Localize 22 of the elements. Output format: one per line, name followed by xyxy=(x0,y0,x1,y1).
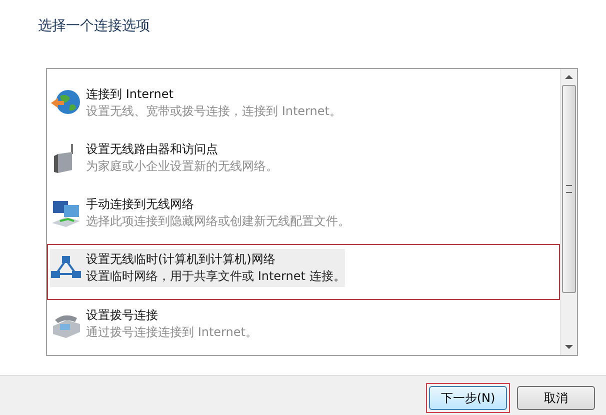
scroll-thumb[interactable] xyxy=(562,85,576,293)
page-heading: 选择一个连接选项 xyxy=(38,17,151,36)
option-title: 设置无线路由器和访问点 xyxy=(86,140,219,158)
option-description: 通过拨号连接连接到 Internet。 xyxy=(86,324,258,342)
option-title: 连接到 Internet xyxy=(86,86,174,103)
option-title: 手动连接到无线网络 xyxy=(86,196,195,213)
option-title: 设置拨号连接 xyxy=(86,307,159,324)
scrollbar[interactable] xyxy=(560,69,577,355)
scroll-up-icon[interactable] xyxy=(565,75,573,79)
scroll-down-icon[interactable] xyxy=(565,345,573,349)
option-description: 选择此项连接到隐藏网络或创建新无线配置文件。 xyxy=(86,212,350,230)
option-description: 为家庭或小企业设置新的无线网络。 xyxy=(86,158,278,175)
option-item[interactable]: 设置无线临时(计算机到计算机)网络 设置临时网络，用于共享文件或 Internet 连接。 xyxy=(50,248,346,287)
option-item[interactable]: 连接到 Internet 设置无线、宽带或拨号连接，连接到 Internet。 xyxy=(50,84,342,122)
cancel-button[interactable]: 取消 xyxy=(517,386,595,410)
next-button[interactable]: 下一步(N) xyxy=(429,386,507,410)
option-item[interactable]: 手动连接到无线网络 选择此项连接到隐藏网络或创建新无线配置文件。 xyxy=(50,194,350,232)
option-description: 设置临时网络，用于共享文件或 Internet 连接。 xyxy=(86,268,346,285)
option-item[interactable]: 设置拨号连接 通过拨号连接连接到 Internet。 xyxy=(50,305,258,344)
option-item[interactable]: 设置无线路由器和访问点 为家庭或小企业设置新的无线网络。 xyxy=(50,138,278,177)
option-title: 设置无线临时(计算机到计算机)网络 xyxy=(86,250,276,268)
option-description: 设置无线、宽带或拨号连接，连接到 Internet。 xyxy=(86,103,342,120)
